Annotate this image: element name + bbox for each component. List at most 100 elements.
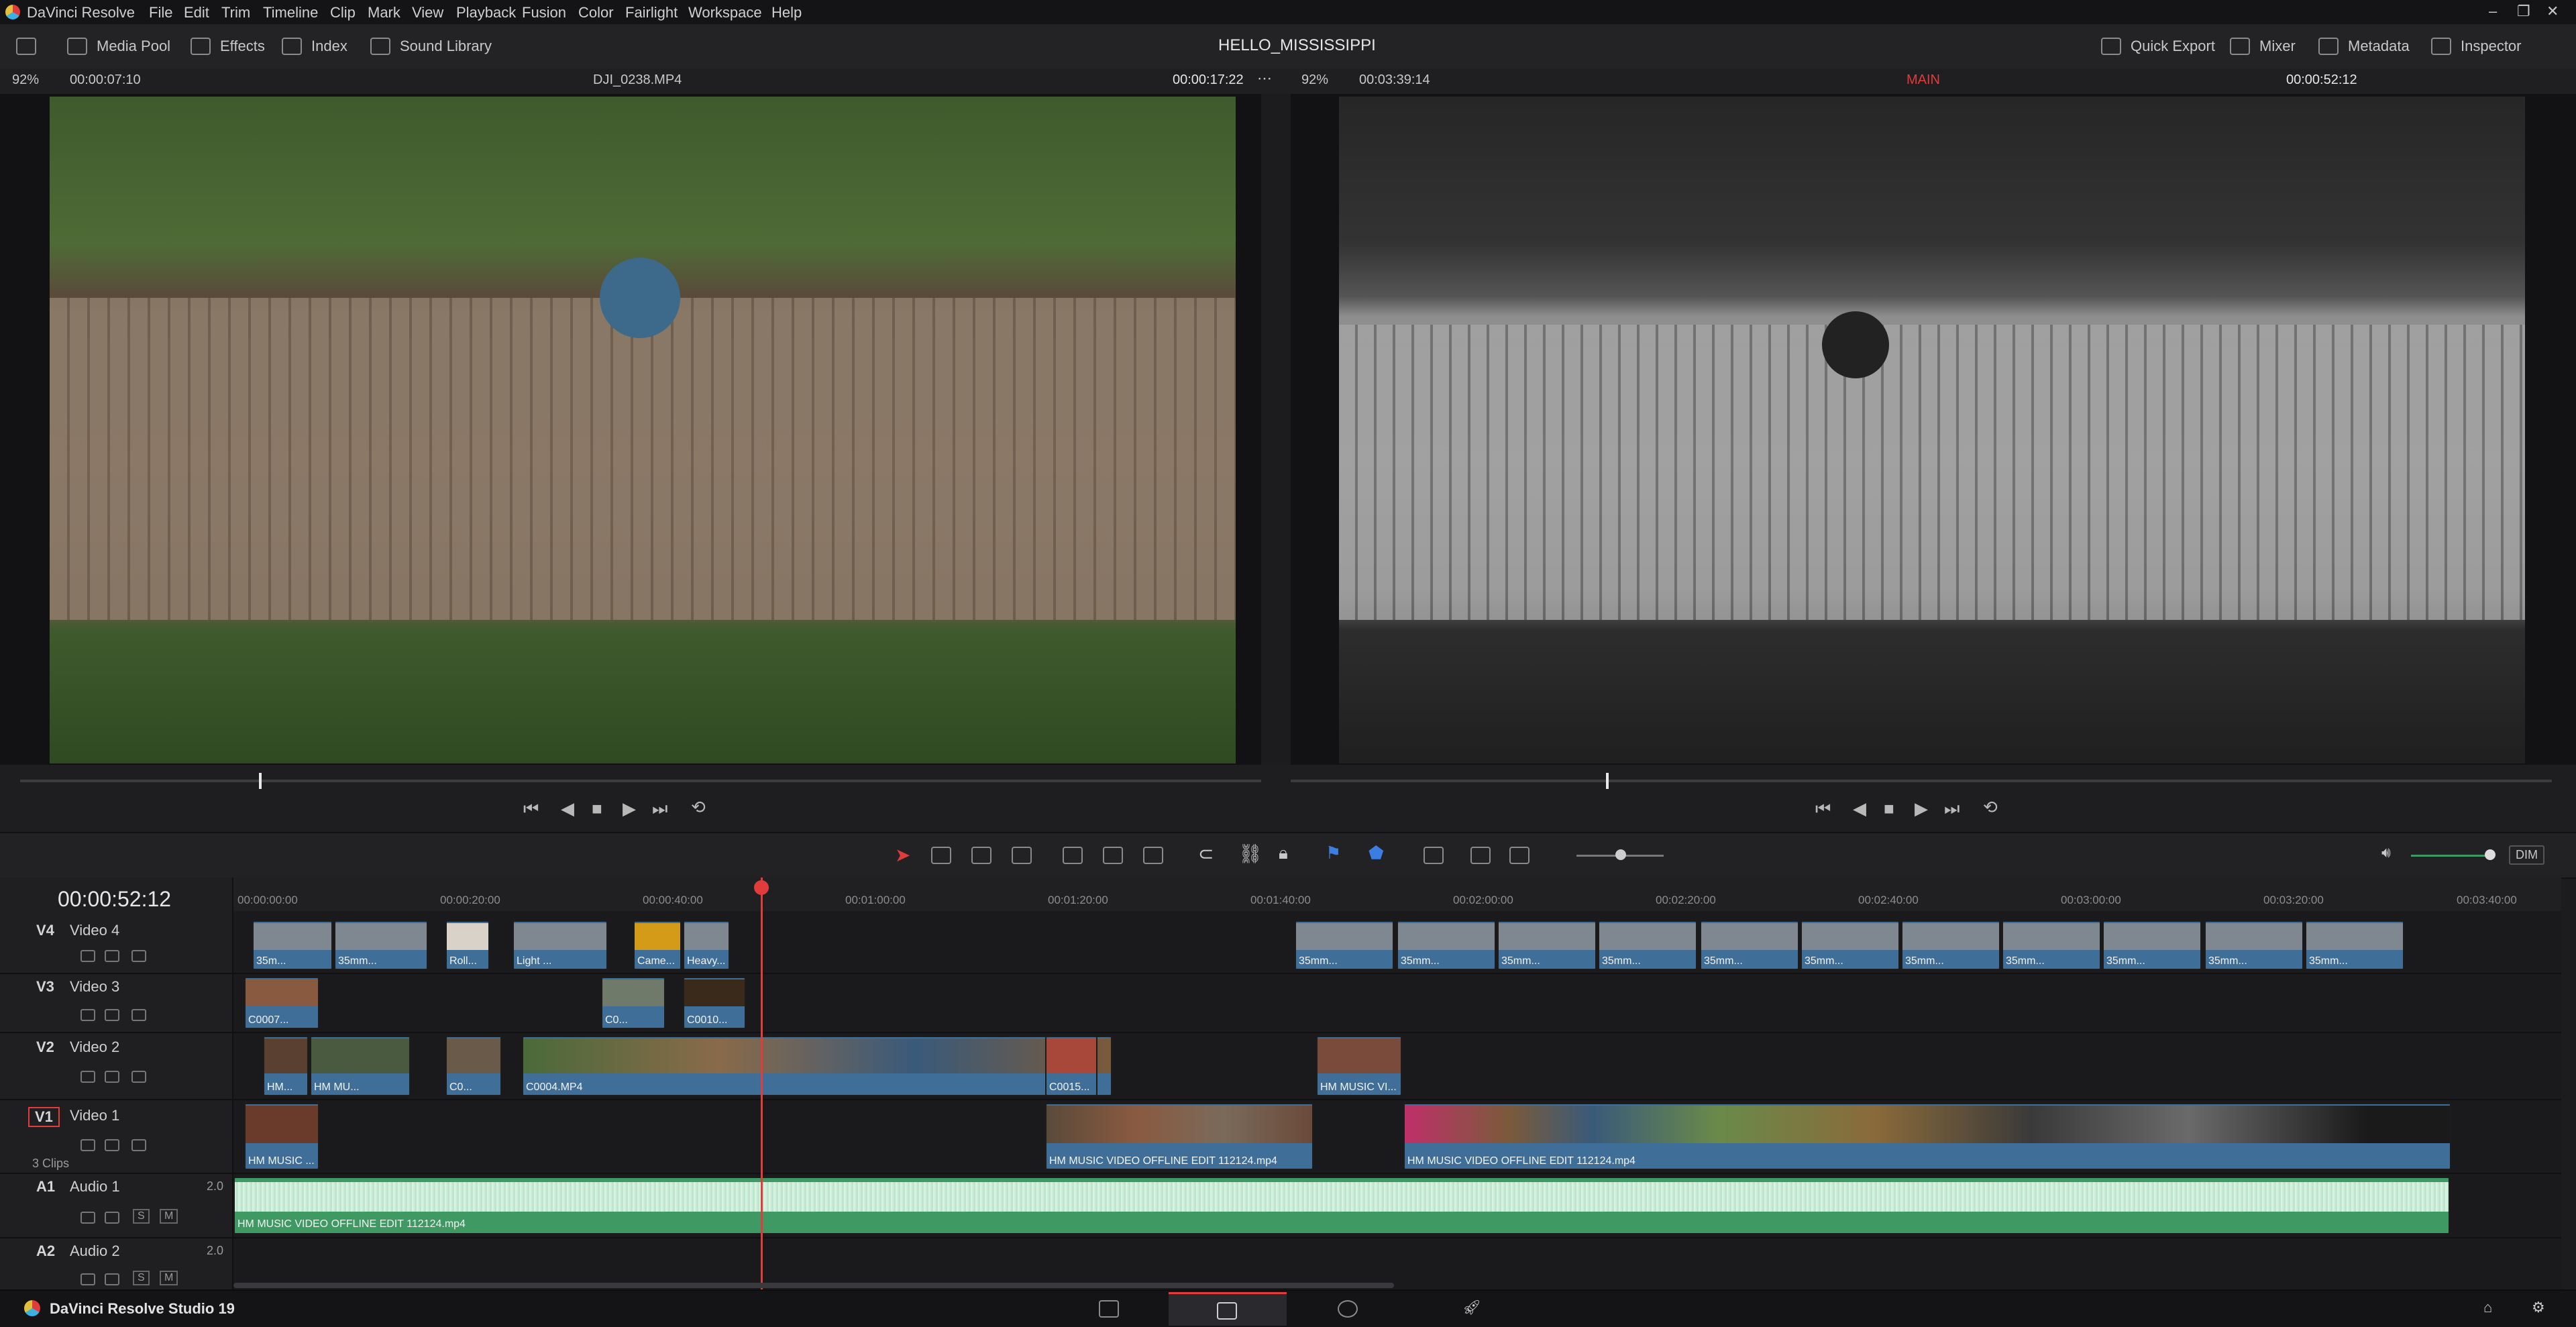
menu-workspace[interactable]: Workspace	[688, 4, 762, 21]
timeline-loop-icon[interactable]: ⟲	[1983, 797, 1998, 818]
workspace-layout-icon[interactable]	[16, 38, 36, 55]
dim-button[interactable]: DIM	[2509, 845, 2544, 865]
timeline-scrollbar[interactable]	[233, 1283, 1394, 1288]
clip-v3[interactable]: C0007...	[244, 977, 319, 1029]
source-options-icon[interactable]: ⋯	[1257, 70, 1272, 87]
edit-page-tab[interactable]	[1169, 1292, 1287, 1326]
auto-select-icon[interactable]	[105, 950, 119, 962]
auto-select-icon[interactable]	[105, 1139, 119, 1151]
clip-v1[interactable]: HM MUSIC ...	[244, 1103, 319, 1170]
zoom-detail-icon[interactable]	[1470, 847, 1491, 864]
clip-v4[interactable]: Came...	[633, 920, 682, 970]
menu-file[interactable]: File	[149, 4, 172, 21]
volume-icon[interactable]: 🔊︎	[2381, 844, 2391, 861]
link-icon[interactable]: ⛓	[1238, 843, 1263, 865]
source-first-frame-icon[interactable]: ⏮	[523, 798, 539, 820]
clip-v2[interactable]: HM...	[263, 1036, 309, 1096]
clip-v4[interactable]: 35mm...	[1901, 920, 2000, 970]
lock-icon[interactable]: 🔒︎	[1279, 843, 1288, 864]
index-button[interactable]: Index	[282, 34, 347, 59]
clip-v1[interactable]: HM MUSIC VIDEO OFFLINE EDIT 112124.mp4	[1403, 1103, 2451, 1170]
deliver-page-icon[interactable]: 🚀︎	[1462, 1299, 1481, 1316]
trim-tool-icon[interactable]	[931, 847, 951, 864]
clip-v4[interactable]: Roll...	[445, 920, 490, 970]
auto-select-icon[interactable]	[105, 1071, 119, 1083]
media-pool-button[interactable]: Media Pool	[67, 34, 170, 59]
clip-v1[interactable]: HM MUSIC VIDEO OFFLINE EDIT 112124.mp4	[1045, 1103, 1313, 1170]
clip-v4[interactable]: 35mm...	[2204, 920, 2304, 970]
inspector-button[interactable]: Inspector	[2431, 34, 2522, 59]
timeline-ruler[interactable]: 00:00:00:00 00:00:20:00 00:00:40:00 00:0…	[233, 878, 2561, 911]
zoom-full-icon[interactable]	[1424, 847, 1444, 864]
timeline-scrubber[interactable]	[1291, 780, 2552, 782]
menu-color[interactable]: Color	[578, 4, 614, 21]
source-last-frame-icon[interactable]: ⏭	[652, 798, 667, 820]
lock-track-icon[interactable]	[80, 1212, 95, 1224]
timeline-first-frame-icon[interactable]: ⏮	[1815, 798, 1831, 820]
replace-clip-icon[interactable]	[1143, 847, 1163, 864]
clip-v4[interactable]: 35mm...	[2305, 920, 2404, 970]
menu-fairlight[interactable]: Fairlight	[625, 4, 678, 21]
clip-v2[interactable]: HM MUSIC VI...	[1316, 1036, 1402, 1096]
insert-clip-icon[interactable]	[1063, 847, 1083, 864]
menu-trim[interactable]: Trim	[221, 4, 250, 21]
source-reverse-icon[interactable]: ◀	[561, 798, 574, 819]
menu-view[interactable]: View	[412, 4, 443, 21]
close-icon[interactable]: ✕	[2546, 3, 2559, 20]
audio-clip-a1[interactable]: HM MUSIC VIDEO OFFLINE EDIT 112124.mp4	[233, 1177, 2450, 1234]
clip-v2[interactable]: C0...	[445, 1036, 502, 1096]
timeline-name[interactable]: MAIN	[1907, 72, 1940, 88]
mute-button[interactable]: M	[160, 1271, 178, 1285]
lock-track-icon[interactable]	[80, 1009, 95, 1021]
track-visibility-icon[interactable]	[131, 1009, 146, 1021]
lock-track-icon[interactable]	[80, 1273, 95, 1285]
solo-button[interactable]: S	[133, 1209, 150, 1224]
clip-v4[interactable]: 35mm...	[2102, 920, 2202, 970]
menu-timeline[interactable]: Timeline	[263, 4, 318, 21]
media-page-icon[interactable]	[1099, 1300, 1119, 1318]
sound-library-button[interactable]: Sound Library	[370, 34, 492, 59]
source-scrubber[interactable]	[20, 780, 1261, 782]
quick-export-button[interactable]: Quick Export	[2101, 34, 2215, 59]
timeline-viewer[interactable]	[1291, 94, 2576, 765]
timeline-reverse-icon[interactable]: ◀	[1853, 798, 1866, 819]
source-play-icon[interactable]: ▶	[623, 798, 636, 819]
source-zoom[interactable]: 92%	[12, 72, 39, 88]
clip-v4[interactable]: 35mm...	[1497, 920, 1597, 970]
track-visibility-icon[interactable]	[131, 1139, 146, 1151]
metadata-button[interactable]: Metadata	[2318, 34, 2410, 59]
timeline-scrubber-head[interactable]	[1606, 773, 1609, 789]
clip-v2[interactable]: HM MU...	[310, 1036, 411, 1096]
source-stop-icon[interactable]: ■	[592, 798, 602, 819]
volume-handle[interactable]	[2485, 849, 2496, 860]
auto-select-icon[interactable]	[105, 1273, 119, 1285]
timeline-zoom[interactable]: 92%	[1301, 72, 1328, 88]
timeline-zoom-handle[interactable]	[1615, 849, 1626, 860]
clip-v4[interactable]: 35mm...	[334, 920, 428, 970]
mute-button[interactable]: M	[160, 1209, 178, 1224]
menu-playback[interactable]: Playback	[456, 4, 516, 21]
solo-button[interactable]: S	[133, 1271, 150, 1285]
clip-v3[interactable]: C0...	[601, 977, 665, 1029]
lock-track-icon[interactable]	[80, 950, 95, 962]
clip-v4[interactable]: 35mm...	[1700, 920, 1799, 970]
clip-v4[interactable]: Light ...	[513, 920, 608, 970]
clip-v4[interactable]: 35m...	[252, 920, 333, 970]
snapping-icon[interactable]: ⊂	[1198, 843, 1214, 865]
menu-mark[interactable]: Mark	[368, 4, 400, 21]
clip-v4[interactable]: 35mm...	[2002, 920, 2101, 970]
auto-select-icon[interactable]	[105, 1009, 119, 1021]
mixer-button[interactable]: Mixer	[2230, 34, 2296, 59]
minimize-icon[interactable]: –	[2489, 3, 2497, 20]
volume-slider[interactable]	[2411, 855, 2490, 857]
lock-track-icon[interactable]	[80, 1071, 95, 1083]
auto-select-icon[interactable]	[105, 1212, 119, 1224]
menu-fusion[interactable]: Fusion	[522, 4, 566, 21]
color-page-icon[interactable]	[1338, 1300, 1358, 1318]
maximize-icon[interactable]: ❐	[2517, 3, 2530, 20]
zoom-custom-icon[interactable]	[1509, 847, 1529, 864]
selection-tool-icon[interactable]: ➤	[895, 844, 910, 866]
clip-v4[interactable]: Heavy...	[683, 920, 730, 970]
clip-v3[interactable]: C0010...	[683, 977, 746, 1029]
source-viewer[interactable]	[0, 94, 1261, 765]
